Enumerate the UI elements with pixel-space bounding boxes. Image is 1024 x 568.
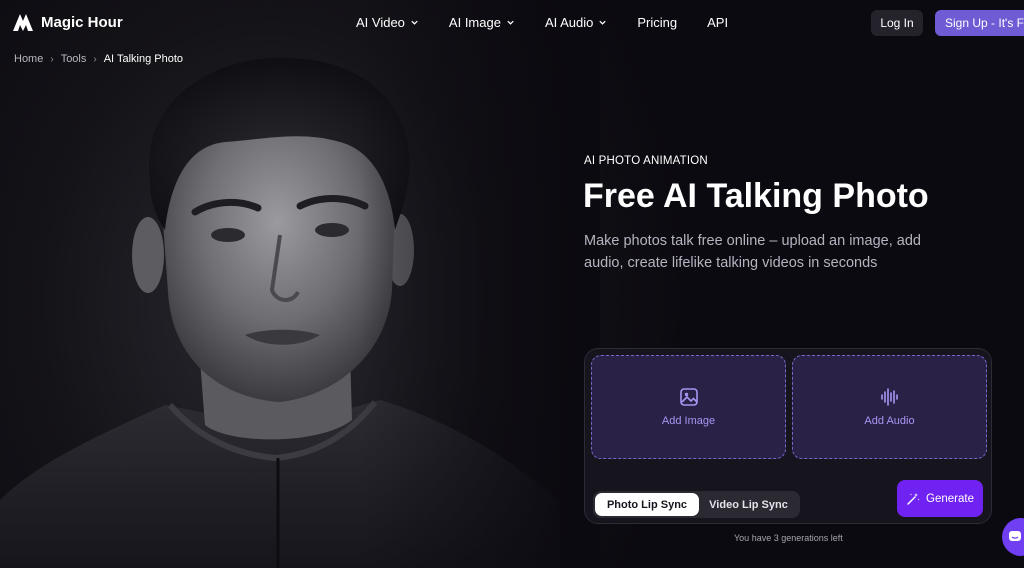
nav-item-api[interactable]: API [707,15,728,30]
nav-item-ai-audio[interactable]: AI Audio [545,15,607,30]
breadcrumb-tools[interactable]: Tools [61,53,87,65]
nav-item-pricing[interactable]: Pricing [637,15,677,30]
magic-hour-logo-icon [13,14,33,31]
image-icon [679,388,698,406]
hero-fade-overlay [360,0,600,568]
generate-button[interactable]: Generate [897,480,983,517]
brand-logo[interactable]: Magic Hour [12,12,123,32]
main-menu: AI Video AI Image AI Audio Pricing API [356,15,758,30]
generate-label: Generate [926,492,974,505]
add-audio-label: Add Audio [864,415,915,427]
nav-item-label: AI Video [356,15,405,30]
chevron-down-icon [411,20,418,25]
nav-item-label: AI Image [448,15,501,30]
add-image-dropzone[interactable]: Add Image [591,355,786,459]
hero-eyebrow: AI PHOTO ANIMATION [584,155,708,167]
hero-subtitle: Make photos talk free online – upload an… [584,233,921,271]
brand-name: Magic Hour [41,13,123,31]
nav-item-label: API [707,15,729,30]
add-audio-dropzone[interactable]: Add Audio [792,355,987,459]
chevron-down-icon [507,20,514,25]
nav-item-label: Pricing [637,15,678,30]
breadcrumb-current: AI Talking Photo [103,53,184,65]
photo-lip-sync-tab[interactable]: Photo Lip Sync [595,493,699,516]
top-nav: Magic Hour AI Video AI Image AI Audio Pr… [0,0,1024,46]
nav-item-ai-video[interactable]: AI Video [356,15,419,30]
magic-wand-icon [907,492,920,505]
breadcrumb-home[interactable]: Home [14,53,43,65]
lip-sync-mode-toggle: Photo Lip Sync Video Lip Sync [593,491,800,518]
add-image-label: Add Image [661,415,716,427]
upload-card: Add Image Add Audio Photo Lip Sync Video… [584,348,992,524]
video-lip-sync-tab[interactable]: Video Lip Sync [699,493,798,516]
chevron-down-icon [599,20,607,25]
page-title: Free AI Talking Photo [583,177,929,215]
generations-remaining-text: You have 3 generations left [734,533,843,543]
signup-button[interactable]: Sign Up - It's Free [935,10,1024,36]
chevron-right-icon: › [50,53,54,65]
breadcrumb: Home › Tools › AI Talking Photo [14,53,183,65]
login-button[interactable]: Log In [871,10,923,36]
chat-icon [1009,531,1021,541]
audio-wave-icon [880,388,898,406]
chevron-right-icon: › [93,53,97,65]
nav-item-ai-image[interactable]: AI Image [449,15,515,30]
nav-item-label: AI Audio [544,15,594,30]
